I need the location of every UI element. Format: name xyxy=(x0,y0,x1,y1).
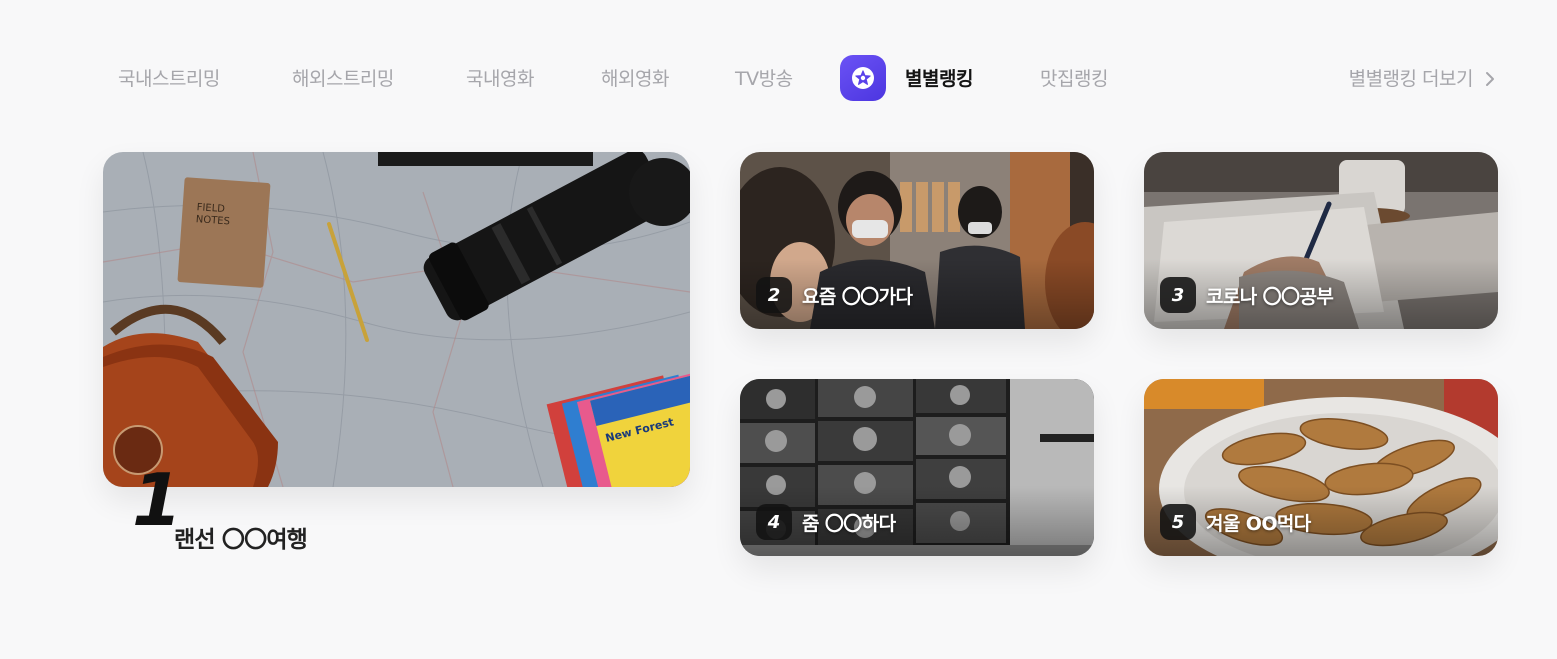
card-label: 3 코로나 〇〇공부 xyxy=(1160,277,1334,313)
ranking-title-5: 겨울 OO먹다 xyxy=(1206,512,1311,535)
ranking-card-5[interactable]: 5 겨울 OO먹다 xyxy=(1144,379,1498,556)
rank-badge-4: 4 xyxy=(756,504,792,540)
star-badge-icon[interactable] xyxy=(840,55,886,101)
ranking-title-2: 요즘 〇〇가다 xyxy=(802,285,913,308)
ranking-card-3[interactable]: 3 코로나 〇〇공부 xyxy=(1144,152,1498,329)
star-icon xyxy=(852,67,874,89)
ranking-card-2[interactable]: 2 요즘 〇〇가다 xyxy=(740,152,1094,329)
ranking-card-1[interactable]: FIELD NOTES New Forest xyxy=(103,152,690,487)
tab-domestic-movies[interactable]: 국내영화 xyxy=(466,54,534,104)
ranking-title-4: 줌 〇〇하다 xyxy=(802,512,896,535)
ranking-section: 국내스트리밍 해외스트리밍 국내영화 해외영화 TV방송 별별랭킹 맛집랭킹 별… xyxy=(0,0,1557,659)
tab-tv-broadcast[interactable]: TV방송 xyxy=(735,54,793,104)
rank-badge-5: 5 xyxy=(1160,504,1196,540)
tab-overseas-streaming[interactable]: 해외스트리밍 xyxy=(292,54,394,104)
travel-map-camera-photo: FIELD NOTES New Forest xyxy=(103,152,690,487)
more-ranking-link[interactable]: 별별랭킹 더보기 xyxy=(1349,54,1495,104)
tab-overseas-movies[interactable]: 해외영화 xyxy=(601,54,669,104)
card-label: 2 요즘 〇〇가다 xyxy=(756,277,913,313)
tab-restaurant-ranking[interactable]: 맛집랭킹 xyxy=(1040,54,1108,104)
more-ranking-label: 별별랭킹 더보기 xyxy=(1348,68,1474,90)
chevron-right-icon xyxy=(1486,72,1494,86)
rank-badge-2: 2 xyxy=(756,277,792,313)
card-label: 4 줌 〇〇하다 xyxy=(756,504,896,540)
svg-text:FIELD: FIELD xyxy=(196,202,225,215)
tab-domestic-streaming[interactable]: 국내스트리밍 xyxy=(118,54,220,104)
ranking-title-1[interactable]: 랜선 〇〇여행 xyxy=(174,520,308,554)
ranking-card-4[interactable]: 4 줌 〇〇하다 xyxy=(740,379,1094,556)
ranking-title-3: 코로나 〇〇공부 xyxy=(1206,285,1334,308)
card-label: 5 겨울 OO먹다 xyxy=(1160,504,1311,540)
rank-badge-3: 3 xyxy=(1160,277,1196,313)
tab-star-ranking[interactable]: 별별랭킹 xyxy=(905,54,973,104)
category-tabs: 국내스트리밍 해외스트리밍 국내영화 해외영화 TV방송 별별랭킹 맛집랭킹 별… xyxy=(0,54,1557,104)
